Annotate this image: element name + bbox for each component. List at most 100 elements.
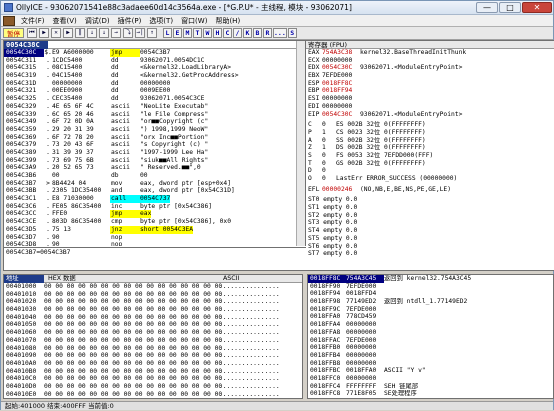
execute-till-return-icon[interactable]: →|: [135, 28, 145, 38]
disasm-row[interactable]: 0054C321. 00EE0900 dd 0009EE00: [4, 87, 305, 95]
dump-row[interactable]: 00401010 00 00 00 00 00 00 00 00 00 00 00…: [4, 291, 302, 299]
fpu-register[interactable]: ST7 empty 0.0: [306, 250, 554, 258]
close-process-icon[interactable]: ✕: [51, 28, 61, 38]
close-button[interactable]: ✕: [522, 2, 552, 13]
dump-row[interactable]: 004010B0 00 00 00 00 00 00 00 00 00 00 00…: [4, 368, 302, 376]
register-edx[interactable]: EDX 0054C30C 93062071.<ModuleEntryPoint>: [306, 64, 554, 72]
disasm-row[interactable]: 0054C3A9. 20 52 65 73 ascii " Reserved.■■",…: [4, 164, 305, 172]
stack-row[interactable]: 0018FF94 0018FFD4: [308, 290, 553, 298]
disasm-row[interactable]: 0054C379. 73 20 43 6F ascii "s Copyright (c…: [4, 141, 305, 149]
fpu-register[interactable]: ST2 empty 0.0: [306, 212, 554, 220]
registers-pane[interactable]: 寄存器 (FPU) EAX 754A3C38 kernel32.BaseThread…: [306, 41, 554, 270]
register-ecx[interactable]: ECX 00000000: [306, 57, 554, 65]
menu-options[interactable]: 选项(T): [145, 16, 177, 26]
register-esp[interactable]: ESP 0018FF8C: [306, 80, 554, 88]
dump-row[interactable]: 00401000 00 00 00 00 00 00 00 00 00 00 00…: [4, 283, 302, 291]
source-button[interactable]: S: [287, 28, 297, 38]
breakpoints-button[interactable]: B: [253, 28, 262, 38]
menu-window[interactable]: 窗口(W): [177, 16, 211, 26]
dump-row[interactable]: 00401050 00 00 00 00 00 00 00 00 00 00 00…: [4, 321, 302, 329]
disasm-row[interactable]: 0054C311. 1CDC5400 dd 93062071.0054DC1C: [4, 57, 305, 65]
dump-row[interactable]: 00401030 00 00 00 00 00 00 00 00 00 00 00…: [4, 306, 302, 314]
stack-row[interactable]: 0018FFC4 FFFFFFFF SEH 链尾部: [308, 383, 553, 391]
step-over-icon[interactable]: ↓: [99, 28, 109, 38]
flag-o[interactable]: O 0 LastErr ERROR_SUCCESS (00000000): [306, 175, 554, 183]
flag-z[interactable]: Z 1 DS 002B 32位 0(FFFFFFFF): [306, 144, 554, 152]
minimize-button[interactable]: —: [476, 2, 498, 13]
disasm-row[interactable]: 0054C329. 4E 65 6F 4C ascii "NeoLite Execut…: [4, 103, 305, 111]
stack-row[interactable]: 0018FFA8 00000000: [308, 329, 553, 337]
fpu-register[interactable]: ST6 empty 0.0: [306, 243, 554, 251]
fpu-register[interactable]: ST3 empty 0.0: [306, 219, 554, 227]
dump-row[interactable]: 00401020 00 00 00 00 00 00 00 00 00 00 00…: [4, 298, 302, 306]
disasm-row[interactable]: 0054C3BB. 2305 1DC35400 and eax, dword ptr …: [4, 187, 305, 195]
fpu-register[interactable]: ST0 empty 0.0: [306, 196, 554, 204]
disasm-row[interactable]: 0054C359. 29 20 31 39 ascii ") 1998,1999 Ne…: [4, 126, 305, 134]
flag-p[interactable]: P 1 CS 0023 32位 0(FFFFFFFF): [306, 129, 554, 137]
flag-a[interactable]: A 0 SS 002B 32位 0(FFFFFFFF): [306, 137, 554, 145]
pause-icon[interactable]: ‖: [75, 28, 85, 38]
stack-row[interactable]: 0018FFA4 00000000: [308, 321, 553, 329]
patches-button[interactable]: /: [233, 28, 242, 38]
handles-button[interactable]: H: [213, 28, 222, 38]
disasm-row[interactable]: 0054C3D5. 75 13 jnz short 0054C3EA: [4, 225, 305, 234]
goto-icon[interactable]: ↑: [147, 28, 157, 38]
disasm-row[interactable]: 0054C349. 6F 72 0D 0A ascii "or■■Copyright …: [4, 118, 305, 126]
run-icon[interactable]: ▶: [63, 28, 73, 38]
menu-debug[interactable]: 调试(D): [81, 16, 114, 26]
restart-icon[interactable]: ▶: [39, 28, 49, 38]
disassembly-pane[interactable]: 0054C38C 0054C30C $. E9 A6000000 jmp 0054C3B…: [4, 41, 306, 246]
run-trace-button[interactable]: ...: [273, 28, 287, 38]
disasm-row[interactable]: 0054C30C $. E9 A6000000 jmp 0054C3B7: [4, 49, 305, 57]
disasm-scrollbar[interactable]: [296, 41, 305, 246]
dump-row[interactable]: 00401070 00 00 00 00 00 00 00 00 00 00 00…: [4, 337, 302, 345]
fpu-register[interactable]: ST1 empty 0.0: [306, 204, 554, 212]
modules-button[interactable]: E: [173, 28, 182, 38]
flag-d[interactable]: D0: [306, 167, 554, 175]
open-icon[interactable]: ⏮: [27, 28, 37, 38]
disasm-row[interactable]: 0054C3B6 00 db 00: [4, 172, 305, 180]
fpu-register[interactable]: ST4 empty 0.0: [306, 227, 554, 235]
stack-row[interactable]: 0018FFB0 00000000: [308, 344, 553, 352]
flag-s[interactable]: S 0 FS 0053 32位 7EFDD000(FFF): [306, 152, 554, 160]
stack-row[interactable]: 0018FFC0 00000000: [308, 375, 553, 383]
stack-row[interactable]: 0018FF98 77149ED2 返回到 ntdll_1.77149ED2: [308, 298, 553, 306]
stack-row[interactable]: 0018FF90 7EFDE000: [308, 283, 553, 291]
call-stack-button[interactable]: K: [243, 28, 252, 38]
register-ebp[interactable]: EBP 0018FF94: [306, 87, 554, 95]
disasm-row[interactable]: 0054C31D 00000000 dd 00000000: [4, 80, 305, 88]
flag-t[interactable]: T 0 GS 002B 32位 0(FFFFFFFF): [306, 160, 554, 168]
stack-row[interactable]: 0018FFAC 7EFDE000: [308, 337, 553, 345]
dump-row[interactable]: 004010F000 00 00 00 00 00 00 00 00 00 00…: [4, 398, 302, 399]
trace-over-icon[interactable]: ⤵: [123, 28, 133, 38]
disasm-row[interactable]: 0054C369. 6F 72 78 20 ascii "orx Inc■■Porti…: [4, 134, 305, 142]
register-esi[interactable]: ESI 00000000: [306, 95, 554, 103]
disasm-row[interactable]: 0054C3B7 >8B4424 04 mov eax, dword ptr [esp…: [4, 180, 305, 188]
dump-row[interactable]: 00401090 00 00 00 00 00 00 00 00 00 00 00…: [4, 352, 302, 360]
step-into-icon[interactable]: ↓: [87, 28, 97, 38]
menu-plugins[interactable]: 插件(P): [114, 16, 146, 26]
stack-pane[interactable]: 0018FF8C 754A3C45 返回到 kernel32.754A3C45 001…: [307, 274, 554, 399]
fpu-register[interactable]: ST5 empty 0.0: [306, 235, 554, 243]
disasm-row[interactable]: 0054C3C1. E8 71030000 call 0054C737: [4, 195, 305, 203]
menu-file[interactable]: 文件(F): [17, 16, 49, 26]
stack-row[interactable]: 0018FFB4 00000000: [308, 352, 553, 360]
register-efl[interactable]: EFL 00000246 (NO,NB,E,BE,NS,PE,GE,LE): [306, 186, 554, 194]
dump-row[interactable]: 004010D0 00 00 00 00 00 00 00 00 00 00 00…: [4, 383, 302, 391]
stack-row[interactable]: 0018FFBC 0018FFA0 ASCII "Yv": [308, 367, 553, 375]
stack-row[interactable]: 0018FF8C 754A3C45 返回到 kernel32.754A3C45: [308, 275, 553, 283]
register-eip[interactable]: EIP 0054C30C 93062071.<ModuleEntryPoint>: [306, 111, 554, 119]
disasm-row[interactable]: 0054C399. 73 69 75 6B ascii "siuk■■All Righ…: [4, 157, 305, 165]
disasm-row[interactable]: 0054C3D7. 90 nop: [4, 234, 305, 242]
trace-into-icon[interactable]: →: [111, 28, 121, 38]
flag-c[interactable]: C 0 ES 002B 32位 0(FFFFFFFF): [306, 121, 554, 129]
disasm-row[interactable]: 0054C3C6. FE05 86C35400 inc byte ptr [0x54C…: [4, 203, 305, 211]
disasm-row[interactable]: 0054C3D8. 90 nop: [4, 241, 305, 246]
disasm-row[interactable]: 0054C339. 6C 65 20 46 ascii "le File Compre…: [4, 111, 305, 119]
dump-row[interactable]: 004010A0 00 00 00 00 00 00 00 00 00 00 00…: [4, 360, 302, 368]
stack-row[interactable]: 0018FFB8 00000000: [308, 360, 553, 368]
register-edi[interactable]: EDI 00000000: [306, 103, 554, 111]
disasm-row[interactable]: 0054C325. CEC35400 dd 93062071.0054C3CE: [4, 95, 305, 103]
threads-button[interactable]: T: [193, 28, 202, 38]
disasm-row[interactable]: 0054C315. 08C15400 dd <&kernel32.LoadLibrar…: [4, 64, 305, 72]
